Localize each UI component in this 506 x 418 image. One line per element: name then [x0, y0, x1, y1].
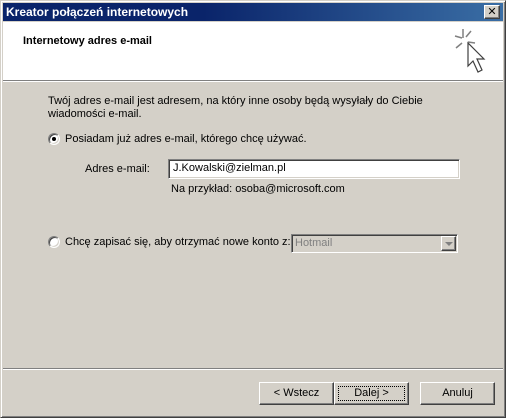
wizard-wand-icon [454, 29, 486, 73]
focus-rect [338, 386, 405, 401]
new-account-radio[interactable] [48, 236, 60, 248]
cancel-button[interactable]: Anuluj [420, 382, 495, 405]
provider-select-value: Hotmail [295, 237, 333, 249]
close-icon: ✕ [487, 5, 497, 18]
title-bar[interactable]: Kreator połączeń internetowych ✕ [3, 3, 503, 21]
footer-separator [3, 368, 503, 370]
wizard-header: Internetowy adres e-mail [3, 22, 503, 80]
close-button[interactable]: ✕ [484, 5, 500, 19]
email-example: Na przykład: osoba@microsoft.com [171, 183, 345, 195]
provider-dropdown-button[interactable] [441, 236, 456, 251]
new-account-label[interactable]: Chcę zapisać się, aby otrzymać nowe kont… [65, 236, 291, 248]
existing-address-radio[interactable] [48, 133, 60, 145]
window-title: Kreator połączeń internetowych [6, 5, 189, 19]
header-separator [3, 80, 503, 82]
radio-selected-dot [52, 137, 56, 141]
intro-text: Twój adres e-mail jest adresem, na który… [48, 95, 423, 120]
next-button[interactable]: Dalej > [334, 382, 409, 405]
provider-select[interactable]: Hotmail [291, 234, 458, 253]
page-title: Internetowy adres e-mail [23, 35, 152, 47]
existing-address-label[interactable]: Posiadam już adres e-mail, którego chcę … [65, 133, 307, 145]
chevron-down-icon [445, 242, 453, 246]
wizard-window: Kreator połączeń internetowych ✕ Interne… [0, 0, 506, 418]
email-input[interactable]: J.Kowalski@zielman.pl [168, 159, 460, 179]
back-button[interactable]: < Wstecz [259, 382, 334, 405]
email-label: Adres e-mail: [85, 163, 150, 175]
